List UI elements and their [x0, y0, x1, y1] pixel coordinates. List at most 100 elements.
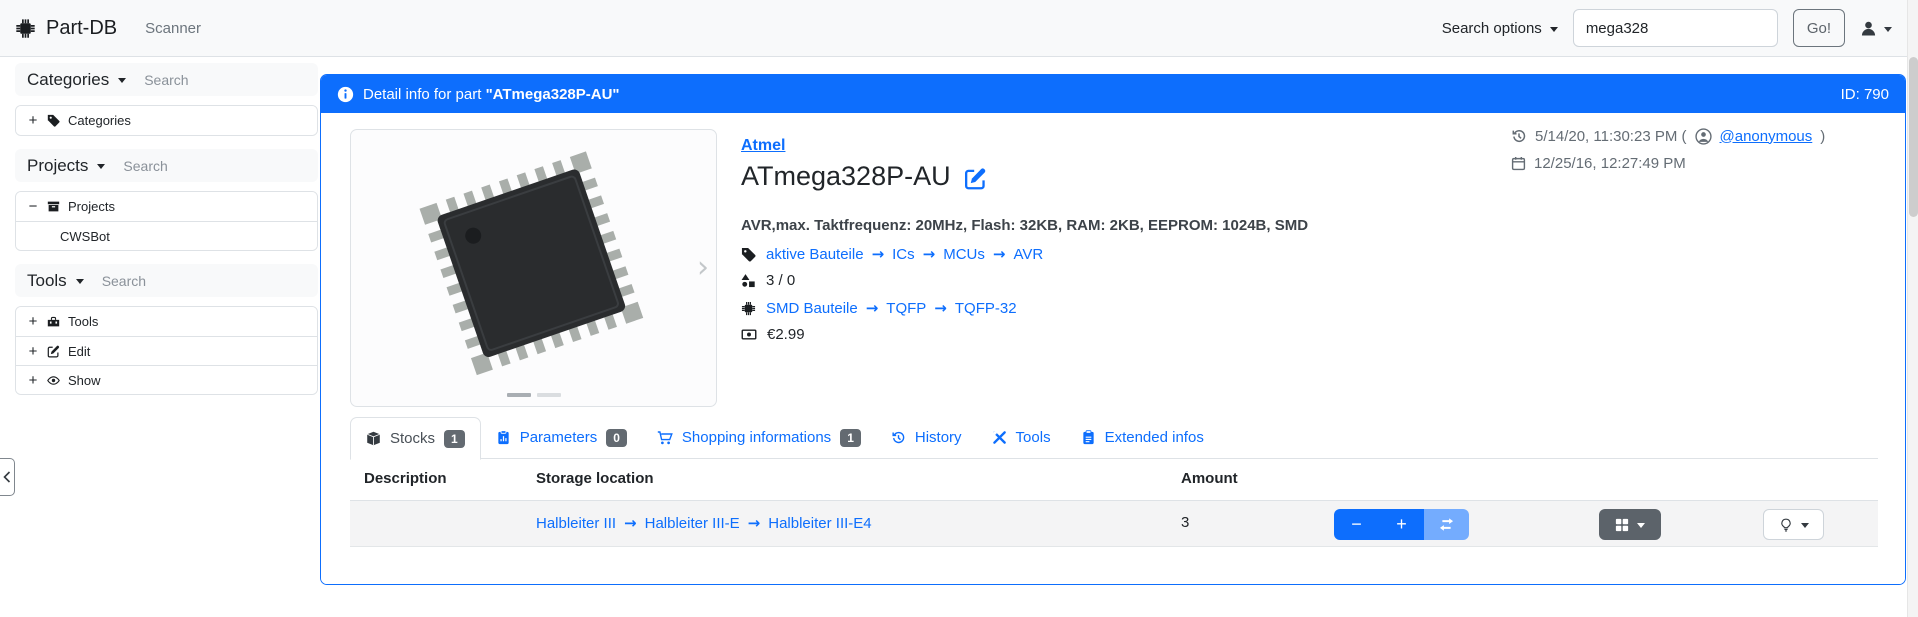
stock-table-row: Halbleiter III → Halbleiter III-E → Halb…	[350, 501, 1878, 547]
archive-icon	[47, 200, 60, 213]
stock-increase-button[interactable]: +	[1379, 509, 1424, 540]
tools-dropdown[interactable]: Tools	[27, 271, 84, 291]
stock-amount: 3	[1181, 514, 1189, 531]
grid-icon	[1615, 518, 1629, 532]
tab-badge: 1	[444, 430, 465, 448]
tab-parameters[interactable]: Parameters 0	[481, 417, 642, 458]
brand-label: Part-DB	[46, 17, 117, 40]
stock-move-button[interactable]	[1424, 509, 1469, 540]
part-description: AVR,max. Taktfrequenz: 20MHz, Flash: 32K…	[741, 217, 1308, 234]
toolbox-icon	[47, 315, 60, 328]
label-options-dropdown[interactable]	[1763, 509, 1824, 540]
arrow-right-icon: →	[934, 299, 947, 317]
collapse-icon[interactable]: −	[27, 198, 39, 215]
tree-item-label: Tools	[68, 314, 98, 329]
tab-history[interactable]: History	[876, 417, 977, 458]
app-brand[interactable]: Part-DB	[15, 17, 117, 40]
user-menu[interactable]	[1860, 20, 1892, 37]
tab-label: Parameters	[520, 429, 598, 446]
category-link[interactable]: MCUs	[943, 246, 985, 263]
part-tabs: Stocks 1 Parameters 0 Shopping informati…	[350, 417, 1878, 459]
storage-location-link[interactable]: Halbleiter III	[536, 515, 616, 532]
tree-item-projects[interactable]: − Projects	[16, 192, 317, 221]
tree-item-show[interactable]: + Show	[16, 365, 317, 394]
footprint-link[interactable]: TQFP	[886, 300, 926, 317]
tab-label: Shopping informations	[682, 429, 831, 446]
expand-icon[interactable]: +	[27, 343, 39, 360]
stock-decrease-button[interactable]: −	[1334, 509, 1379, 540]
table-view-options-dropdown[interactable]	[1599, 509, 1661, 540]
categories-search-input[interactable]	[144, 72, 325, 88]
go-button[interactable]: Go!	[1793, 9, 1845, 47]
cart-icon	[657, 430, 673, 446]
eye-icon	[47, 374, 60, 387]
pencil-square-icon	[47, 345, 60, 358]
swap-arrows-icon	[1439, 517, 1454, 532]
tree-item-edit[interactable]: + Edit	[16, 336, 317, 365]
sidebar-panel-categories: Categories + Categories	[15, 63, 318, 136]
tree-item-cwsbot[interactable]: CWSBot	[16, 221, 317, 250]
storage-location-link[interactable]: Halbleiter III-E	[645, 515, 740, 532]
expand-icon[interactable]: +	[27, 112, 39, 129]
expand-icon[interactable]: +	[27, 372, 39, 389]
tree-item-tools[interactable]: + Tools	[16, 307, 317, 336]
tab-stocks[interactable]: Stocks 1	[350, 417, 481, 460]
category-link[interactable]: ICs	[892, 246, 915, 263]
scrollbar[interactable]	[1907, 0, 1918, 617]
projects-tree: − Projects CWSBot	[15, 191, 318, 251]
header-title: Detail info for part "ATmega328P-AU"	[363, 86, 620, 103]
arrow-right-icon: →	[748, 514, 761, 532]
projects-panel-header: Projects	[15, 149, 318, 182]
tree-item-categories[interactable]: + Categories	[16, 106, 317, 135]
footprint-link[interactable]: SMD Bauteile	[766, 300, 858, 317]
categories-dropdown[interactable]: Categories	[27, 70, 126, 90]
tab-tools[interactable]: Tools	[977, 417, 1066, 458]
created-row: 12/25/16, 12:27:49 PM	[1511, 153, 1825, 173]
footprint-link[interactable]: TQFP-32	[955, 300, 1017, 317]
part-detail-card: Detail info for part "ATmega328P-AU" ID:…	[320, 74, 1906, 585]
tab-extended-infos[interactable]: Extended infos	[1066, 417, 1219, 458]
image-next-arrow[interactable]: ›	[697, 253, 709, 283]
edit-part-icon[interactable]	[964, 167, 987, 190]
tools-search-input[interactable]	[102, 273, 306, 289]
box-icon	[366, 431, 381, 446]
category-breadcrumb: aktive Bauteile → ICs → MCUs → AVR	[766, 245, 1043, 263]
nav-item-scanner[interactable]: Scanner	[145, 20, 201, 37]
part-title: ATmega328P-AU	[741, 161, 987, 192]
stock-summary-row: 3 / 0	[741, 272, 795, 289]
tab-badge: 1	[840, 429, 861, 447]
created-text: 12/25/16, 12:27:49 PM	[1534, 155, 1686, 172]
sidebar-panel-projects: Projects − Projects CWSBot	[15, 149, 318, 251]
tab-label: Stocks	[390, 430, 435, 447]
tab-shopping-informations[interactable]: Shopping informations 1	[642, 417, 876, 458]
clock-history-icon	[1511, 128, 1527, 144]
category-link[interactable]: aktive Bauteile	[766, 246, 864, 263]
top-navbar: Part-DB Scanner Search options Go!	[0, 0, 1918, 57]
tree-item-label: Edit	[68, 344, 90, 359]
search-options-dropdown[interactable]: Search options	[1442, 20, 1558, 37]
arrow-right-icon: →	[624, 514, 637, 532]
modified-user-link[interactable]: @anonymous	[1720, 128, 1813, 145]
projects-dropdown[interactable]: Projects	[27, 156, 105, 176]
part-detail-header: Detail info for part "ATmega328P-AU" ID:…	[321, 75, 1905, 113]
category-row: aktive Bauteile → ICs → MCUs → AVR	[741, 245, 1043, 263]
projects-search-input[interactable]	[123, 158, 306, 174]
tools-tree: + Tools + Edit + Show	[15, 306, 318, 395]
expand-icon[interactable]: +	[27, 313, 39, 330]
tab-label: Tools	[1016, 429, 1051, 446]
part-image[interactable]: ›	[350, 129, 717, 407]
chevron-down-icon	[1637, 523, 1645, 528]
stock-adjust-button-group: − +	[1334, 509, 1469, 540]
clock-history-icon	[891, 430, 906, 445]
image-carousel-indicators[interactable]	[507, 393, 561, 397]
scrollbar-thumb[interactable]	[1909, 57, 1918, 217]
tools-panel-header: Tools	[15, 264, 318, 297]
storage-location-link[interactable]: Halbleiter III-E4	[768, 515, 871, 532]
category-link[interactable]: AVR	[1013, 246, 1043, 263]
chevron-down-icon	[1801, 523, 1809, 528]
search-input[interactable]	[1573, 9, 1778, 47]
sidebar-collapse-handle[interactable]	[0, 458, 15, 496]
chip-render-image	[351, 130, 716, 406]
manufacturer-link[interactable]: Atmel	[741, 137, 785, 155]
tree-item-label: CWSBot	[60, 229, 110, 244]
